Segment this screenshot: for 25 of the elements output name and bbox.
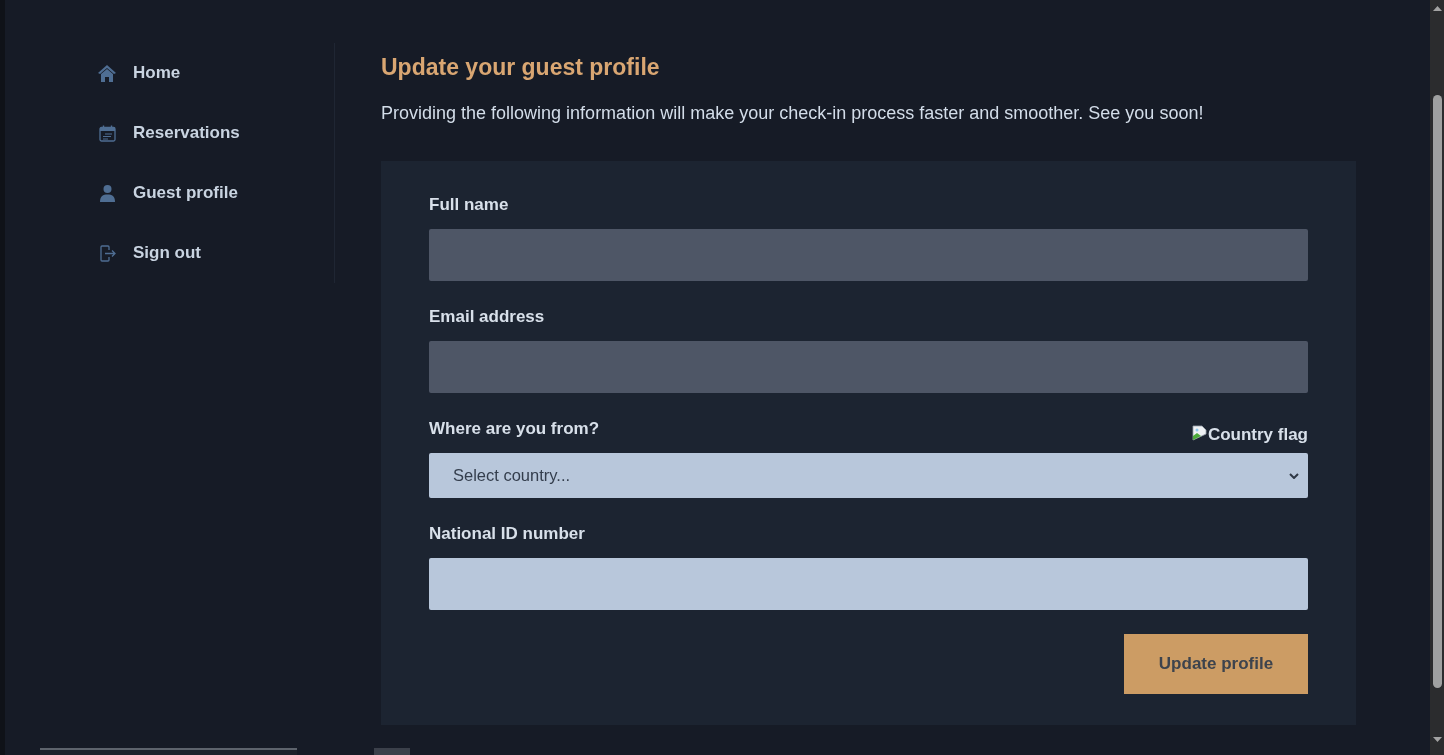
field-label: Full name xyxy=(429,194,509,216)
image-alt-text: Country flag xyxy=(1207,424,1308,446)
person-icon xyxy=(99,184,115,202)
arrow-up-icon[interactable] xyxy=(1432,6,1442,11)
field-label: Where are you from? xyxy=(429,418,600,440)
nav-link[interactable]: Sign out xyxy=(98,223,201,283)
intro-text: Providing the following information will make your check-in process faster and smoother. See you soon! xyxy=(381,102,1205,125)
exit-icon xyxy=(98,244,116,262)
arrow-down-icon[interactable] xyxy=(1432,737,1442,742)
nav-link[interactable]: Reservations xyxy=(98,103,240,163)
button-edge xyxy=(374,748,410,755)
field-label: Email address xyxy=(429,306,545,328)
chevron-down-icon xyxy=(1289,472,1299,479)
scrollbar[interactable] xyxy=(1430,0,1444,755)
field-label: National ID number xyxy=(429,523,585,545)
broken-image-icon xyxy=(1191,425,1208,441)
scrollbar-thumb[interactable] xyxy=(1432,95,1442,688)
nav-link[interactable]: Guest profile xyxy=(98,163,238,223)
page-title: Update your guest profile xyxy=(381,53,661,81)
update-profile-button[interactable]: Update profile xyxy=(1124,634,1308,694)
home-icon xyxy=(98,64,116,82)
nav-link[interactable]: Home xyxy=(98,43,181,103)
calendar-icon xyxy=(98,124,116,142)
country-select[interactable]: Select country... xyxy=(429,453,1308,498)
text-input-field[interactable] xyxy=(429,558,1308,610)
